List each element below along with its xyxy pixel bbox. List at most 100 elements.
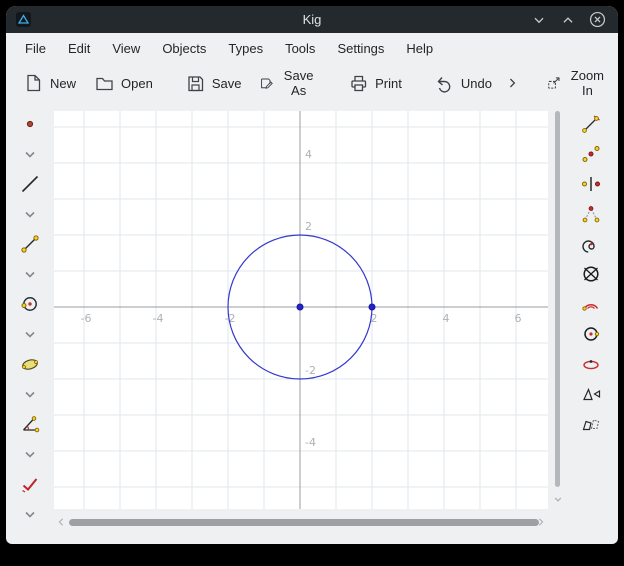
horizontal-scrollbar-thumb[interactable] <box>69 519 539 526</box>
angle-tool-expander[interactable] <box>15 439 45 469</box>
spiral-icon <box>580 233 602 255</box>
chevron-down-icon <box>19 383 41 405</box>
arc-tool-button[interactable] <box>576 289 606 319</box>
scroll-right-button[interactable] <box>534 515 548 529</box>
point-tool-button[interactable] <box>15 109 45 139</box>
zoom-in-button[interactable]: Zoom In <box>537 63 615 103</box>
menu-objects[interactable]: Objects <box>151 36 217 61</box>
point-tool-expander[interactable] <box>15 139 45 169</box>
titlebar[interactable]: Kig <box>6 6 618 33</box>
rotate-tool-button[interactable] <box>576 199 606 229</box>
vertical-scrollbar-thumb[interactable] <box>555 111 560 487</box>
open-button[interactable]: Open <box>85 68 162 98</box>
svg-text:-4: -4 <box>153 312 164 325</box>
chevron-down-icon <box>19 443 41 465</box>
menu-edit[interactable]: Edit <box>57 36 101 61</box>
new-document-icon <box>23 73 43 93</box>
minimize-button[interactable] <box>529 10 549 30</box>
test-tool-expander[interactable] <box>15 499 45 529</box>
segment-icon <box>19 233 41 255</box>
save-button[interactable]: Save <box>176 68 251 98</box>
print-label: Print <box>375 76 402 91</box>
undo-icon <box>434 73 454 93</box>
segment-tool-button[interactable] <box>15 229 45 259</box>
svg-text:4: 4 <box>443 312 450 325</box>
chevron-right-icon <box>504 75 520 91</box>
undo-button[interactable]: Undo <box>425 68 501 98</box>
points-tool-button[interactable] <box>576 139 606 169</box>
conic-tool-button[interactable] <box>15 349 45 379</box>
canvas-area: -6-4-224642-2-4 <box>54 111 548 509</box>
conic-tool-expander[interactable] <box>15 379 45 409</box>
chevron-down-icon <box>530 11 548 29</box>
scale-tool-button[interactable] <box>576 379 606 409</box>
chevron-down-icon <box>19 323 41 345</box>
ellipse-tool-button[interactable] <box>576 349 606 379</box>
main-toolbar: New Open Save Save As <box>6 63 618 103</box>
circle-tool-expander[interactable] <box>15 319 45 349</box>
spiral-tool-button[interactable] <box>576 229 606 259</box>
menubar: File Edit View Objects Types Tools Setti… <box>6 33 618 63</box>
open-label: Open <box>121 76 153 91</box>
scroll-left-button[interactable] <box>54 515 68 529</box>
inversion-tool-button[interactable] <box>576 259 606 289</box>
central-symmetry-tool-button[interactable] <box>576 169 606 199</box>
open-folder-icon <box>94 73 114 93</box>
rotate-icon <box>580 203 602 225</box>
menu-help[interactable]: Help <box>395 36 444 61</box>
line-tool-expander[interactable] <box>15 199 45 229</box>
scroll-down-button[interactable] <box>550 491 566 507</box>
point-object[interactable] <box>297 304 303 310</box>
undo-label: Undo <box>461 76 492 91</box>
point-object[interactable] <box>369 304 375 310</box>
horizontal-scrollbar[interactable] <box>54 515 548 529</box>
segment-tool-expander[interactable] <box>15 259 45 289</box>
vertical-scrollbar[interactable] <box>552 111 564 509</box>
new-label: New <box>50 76 76 91</box>
main-area: -6-4-224642-2-4 <box>6 103 618 544</box>
line-tool-button[interactable] <box>15 169 45 199</box>
circle-center-icon <box>580 323 602 345</box>
maximize-button[interactable] <box>558 10 578 30</box>
geometry-canvas[interactable]: -6-4-224642-2-4 <box>54 111 548 509</box>
menu-file[interactable]: File <box>14 36 57 61</box>
window-title: Kig <box>6 12 618 27</box>
new-button[interactable]: New <box>14 68 85 98</box>
circle-tool-button[interactable] <box>15 289 45 319</box>
menu-settings[interactable]: Settings <box>326 36 395 61</box>
test-check-icon <box>19 473 41 495</box>
save-icon <box>185 73 205 93</box>
print-button[interactable]: Print <box>339 68 411 98</box>
svg-text:-4: -4 <box>305 436 316 449</box>
angle-tool-button[interactable] <box>15 409 45 439</box>
svg-text:2: 2 <box>305 220 312 233</box>
toolbar-overflow-button[interactable] <box>615 71 618 95</box>
left-tool-dock <box>6 109 54 529</box>
svg-text:6: 6 <box>515 312 522 325</box>
scale-triangle-icon <box>580 383 602 405</box>
inversion-icon <box>580 263 602 285</box>
save-as-button[interactable]: Save As <box>250 63 325 103</box>
axis-labels: -6-4-224642-2-4 <box>81 148 522 449</box>
chevron-right-icon <box>534 515 548 529</box>
svg-text:4: 4 <box>305 148 312 161</box>
menu-view[interactable]: View <box>101 36 151 61</box>
translate-icon <box>580 113 602 135</box>
undo-overflow-button[interactable] <box>501 71 523 95</box>
similarity-tool-button[interactable] <box>576 409 606 439</box>
menu-tools[interactable]: Tools <box>274 36 326 61</box>
circle-center-tool-button[interactable] <box>576 319 606 349</box>
save-as-label: Save As <box>281 68 316 98</box>
test-tool-button[interactable] <box>15 469 45 499</box>
translate-tool-button[interactable] <box>576 109 606 139</box>
conic-icon <box>19 353 41 375</box>
similarity-icon <box>580 413 602 435</box>
angle-icon <box>19 413 41 435</box>
close-button[interactable] <box>587 10 607 30</box>
points-icon <box>580 143 602 165</box>
menu-types[interactable]: Types <box>217 36 274 61</box>
chevron-down-icon <box>19 143 41 165</box>
zoom-in-label: Zoom In <box>569 68 607 98</box>
arc-icon <box>580 293 602 315</box>
svg-text:-6: -6 <box>81 312 92 325</box>
